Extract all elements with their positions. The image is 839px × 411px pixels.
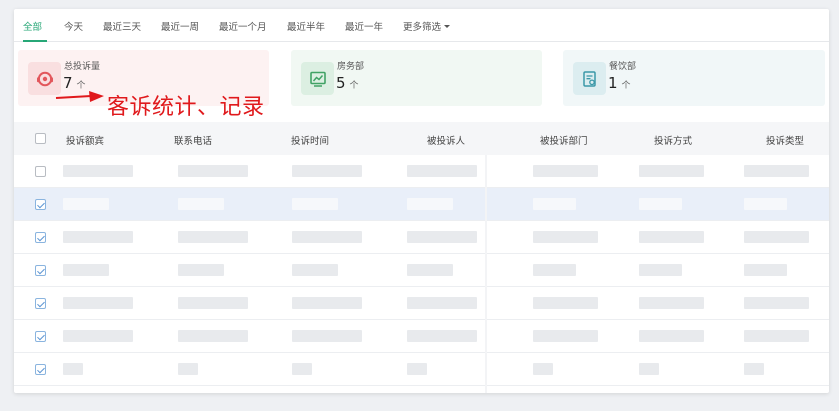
row-checkbox[interactable] xyxy=(35,364,46,375)
cell-placeholder xyxy=(178,231,248,243)
cell-placeholder xyxy=(63,297,133,309)
cell-placeholder xyxy=(292,264,338,276)
food-beverage-card[interactable]: 餐饮部 1个 xyxy=(563,50,825,106)
cell-placeholder xyxy=(292,198,338,210)
card-value: 5个 xyxy=(336,74,359,92)
row-checkbox[interactable] xyxy=(35,199,46,210)
cell-placeholder xyxy=(292,297,362,309)
cell-placeholder xyxy=(178,330,248,342)
select-all-checkbox[interactable] xyxy=(35,133,46,144)
table-row[interactable] xyxy=(14,287,829,320)
cell-placeholder xyxy=(744,165,809,177)
table-row[interactable] xyxy=(14,353,829,386)
cell-placeholder xyxy=(407,363,427,375)
row-checkbox[interactable] xyxy=(35,166,46,177)
cell-placeholder xyxy=(178,165,248,177)
cell-placeholder xyxy=(407,330,477,342)
table-row[interactable] xyxy=(14,320,829,353)
table-header: 投诉额宾 联系电话 投诉时间 被投诉人 被投诉部门 投诉方式 投诉类型 xyxy=(14,122,829,155)
tab-last-month[interactable]: 最近一个月 xyxy=(219,19,267,33)
active-tab-indicator xyxy=(23,40,47,42)
tab-all[interactable]: 全部 xyxy=(23,19,42,33)
cell-placeholder xyxy=(533,297,598,309)
cell-placeholder xyxy=(639,165,704,177)
row-checkbox[interactable] xyxy=(35,331,46,342)
tab-last-3-days[interactable]: 最近三天 xyxy=(103,19,141,33)
cell-placeholder xyxy=(639,363,659,375)
cell-placeholder xyxy=(178,363,198,375)
cell-placeholder xyxy=(744,330,809,342)
card-label: 餐饮部 xyxy=(609,62,637,72)
cell-placeholder xyxy=(178,297,248,309)
cell-placeholder xyxy=(292,363,312,375)
tab-last-week[interactable]: 最近一周 xyxy=(161,19,199,33)
cell-placeholder xyxy=(744,231,809,243)
cell-placeholder xyxy=(407,264,453,276)
column-header[interactable]: 被投诉人 xyxy=(427,133,465,147)
cell-placeholder xyxy=(292,330,362,342)
table-row[interactable] xyxy=(14,155,829,188)
annotation-text: 客诉统计、记录 xyxy=(107,95,265,120)
cell-placeholder xyxy=(292,231,362,243)
row-checkbox[interactable] xyxy=(35,265,46,276)
cell-placeholder xyxy=(63,198,109,210)
cell-placeholder xyxy=(533,231,598,243)
column-header[interactable]: 被投诉部门 xyxy=(540,133,588,147)
table-row[interactable] xyxy=(14,254,829,287)
date-filter-tabs: 全部 今天 最近三天 最近一周 最近一个月 最近半年 最近一年 更多筛选 xyxy=(14,9,829,42)
cell-placeholder xyxy=(178,198,224,210)
cell-placeholder xyxy=(639,330,704,342)
table-row[interactable] xyxy=(14,188,829,221)
more-filters-label: 更多筛选 xyxy=(403,22,442,33)
housekeeping-card[interactable]: 房务部 5个 xyxy=(291,50,542,106)
cell-placeholder xyxy=(744,264,787,276)
column-header[interactable]: 投诉时间 xyxy=(291,133,329,147)
cell-placeholder xyxy=(63,165,133,177)
cell-placeholder xyxy=(744,363,764,375)
cell-placeholder xyxy=(407,297,477,309)
caret-down-icon xyxy=(444,25,451,28)
cell-placeholder xyxy=(63,264,109,276)
card-value: 1个 xyxy=(608,74,631,92)
cell-placeholder xyxy=(178,264,224,276)
more-filters-dropdown[interactable]: 更多筛选 xyxy=(403,19,451,33)
cell-placeholder xyxy=(744,198,787,210)
cell-placeholder xyxy=(63,330,133,342)
column-header[interactable]: 联系电话 xyxy=(174,133,212,147)
cell-placeholder xyxy=(407,231,477,243)
cell-placeholder xyxy=(533,198,576,210)
card-label: 房务部 xyxy=(337,62,365,72)
column-header[interactable]: 投诉额宾 xyxy=(66,133,104,147)
cell-placeholder xyxy=(407,165,477,177)
column-header[interactable]: 投诉类型 xyxy=(766,133,804,147)
row-checkbox[interactable] xyxy=(35,298,46,309)
tab-last-year[interactable]: 最近一年 xyxy=(345,19,383,33)
chart-monitor-icon xyxy=(301,62,334,95)
column-divider xyxy=(485,155,487,393)
cell-placeholder xyxy=(533,165,598,177)
column-header[interactable]: 投诉方式 xyxy=(654,133,692,147)
cell-placeholder xyxy=(639,264,682,276)
cell-placeholder xyxy=(639,198,682,210)
tab-today[interactable]: 今天 xyxy=(64,19,83,33)
table-row[interactable] xyxy=(14,221,829,254)
cell-placeholder xyxy=(639,231,704,243)
document-icon xyxy=(573,62,606,95)
card-label: 总投诉量 xyxy=(64,62,101,72)
tab-last-half-year[interactable]: 最近半年 xyxy=(287,19,325,33)
cell-placeholder xyxy=(639,297,704,309)
cell-placeholder xyxy=(533,330,598,342)
cell-placeholder xyxy=(407,198,453,210)
cell-placeholder xyxy=(292,165,362,177)
complaints-panel: 全部 今天 最近三天 最近一周 最近一个月 最近半年 最近一年 更多筛选 总投诉… xyxy=(14,9,829,393)
cell-placeholder xyxy=(744,297,809,309)
cell-placeholder xyxy=(533,264,576,276)
cell-placeholder xyxy=(533,363,553,375)
row-checkbox[interactable] xyxy=(35,232,46,243)
cell-placeholder xyxy=(63,231,133,243)
annotation-arrow-icon xyxy=(55,91,104,102)
cell-placeholder xyxy=(63,363,83,375)
